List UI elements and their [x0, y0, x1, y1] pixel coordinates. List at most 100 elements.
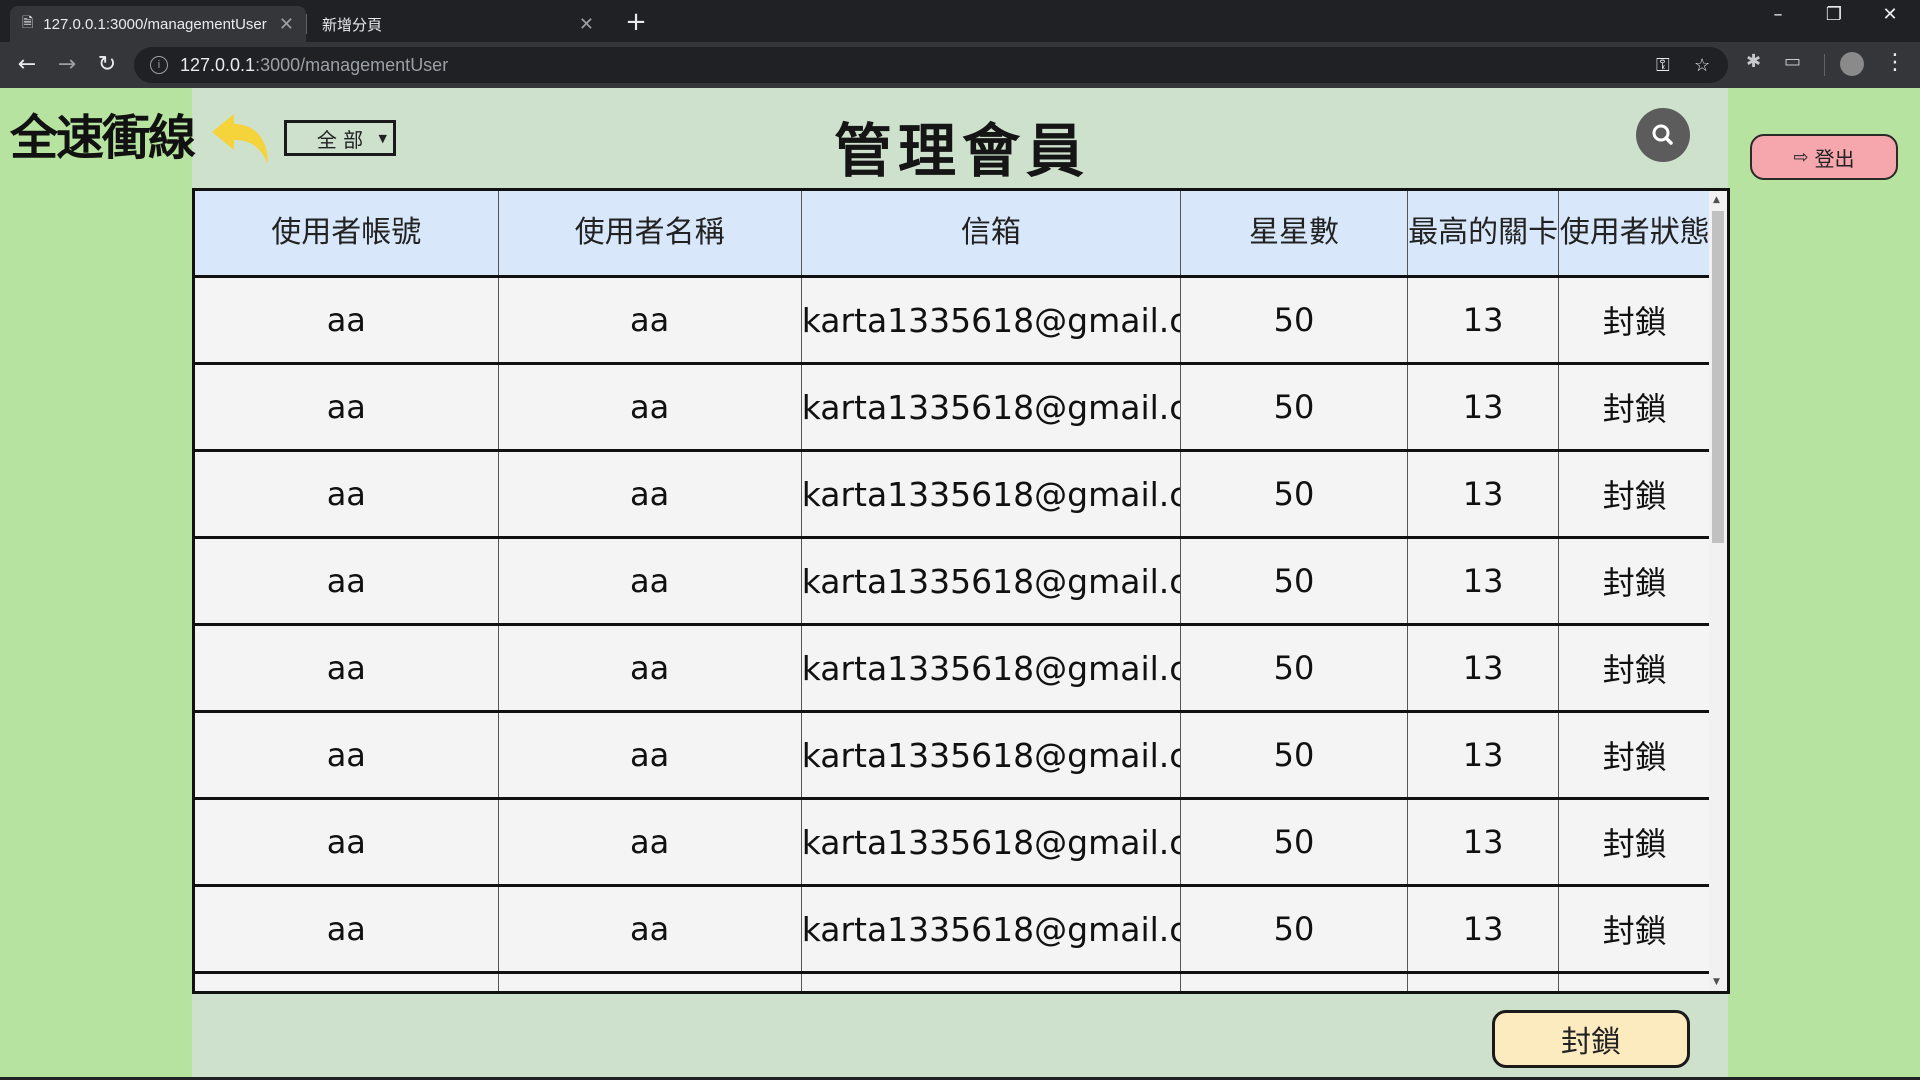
cell-empty — [1407, 972, 1560, 991]
block-button[interactable]: 封鎖 — [1492, 1010, 1690, 1068]
members-table-container: 使用者帳號 使用者名稱 信箱 星星數 最高的關卡 使用者狀態 aa aa kar… — [192, 188, 1730, 994]
cell-name: aa — [498, 363, 802, 452]
tab-title: 新增分頁 — [322, 16, 383, 34]
reload-icon[interactable]: ↻ — [92, 50, 122, 80]
scroll-down-arrow-icon[interactable]: ▼ — [1713, 977, 1720, 987]
cell-email: karta1335618@gmail.com — [801, 624, 1182, 713]
tab-divider — [306, 14, 307, 34]
cell-empty — [195, 972, 499, 991]
cell-email: karta1335618@gmail.com — [801, 798, 1182, 887]
tab-title: 127.0.0.1:3000/managementUser — [43, 15, 267, 33]
bookmark-star-icon[interactable]: ☆ — [1694, 55, 1710, 76]
table-row-partial[interactable] — [195, 972, 1711, 991]
cell-name: aa — [498, 450, 802, 539]
back-arrow-icon[interactable] — [208, 110, 274, 168]
logout-button[interactable]: ⇨ 登出 — [1750, 134, 1898, 180]
cell-level: 13 — [1407, 276, 1560, 365]
header-email[interactable]: 信箱 — [801, 191, 1182, 278]
scroll-up-arrow-icon[interactable]: ▲ — [1713, 195, 1720, 205]
table-row[interactable]: aa aa karta1335618@gmail.com 50 13 封鎖 — [195, 276, 1711, 365]
minimize-icon[interactable]: – — [1758, 4, 1798, 25]
new-tab-plus-icon[interactable]: + — [622, 9, 650, 37]
cell-name: aa — [498, 711, 802, 800]
cell-name: aa — [498, 885, 802, 974]
close-window-icon[interactable]: ✕ — [1870, 4, 1910, 25]
header-highest-level[interactable]: 最高的關卡 — [1407, 191, 1560, 278]
cell-stars: 50 — [1180, 885, 1408, 974]
header-stars[interactable]: 星星數 — [1180, 191, 1408, 278]
cell-stars: 50 — [1180, 624, 1408, 713]
cell-name: aa — [498, 798, 802, 887]
cell-stars: 50 — [1180, 711, 1408, 800]
cell-stars: 50 — [1180, 798, 1408, 887]
site-info-icon[interactable]: i — [150, 56, 168, 74]
browser-toolbar: ← → ↻ i 127.0.0.1:3000/managementUser ⚿ … — [0, 42, 1920, 88]
cell-email: karta1335618@gmail.com — [801, 450, 1182, 539]
tab-management-user[interactable]: 🗎 127.0.0.1:3000/managementUser ✕ — [10, 6, 306, 42]
close-tab-icon[interactable]: ✕ — [579, 14, 594, 35]
cell-email: karta1335618@gmail.com — [801, 363, 1182, 452]
forward-nav-icon[interactable]: → — [52, 50, 82, 80]
table-row[interactable]: aa aa karta1335618@gmail.com 50 13 封鎖 — [195, 885, 1711, 974]
table-header-row: 使用者帳號 使用者名稱 信箱 星星數 最高的關卡 使用者狀態 — [195, 191, 1711, 278]
logo: 全速衝線 — [10, 110, 196, 166]
extension-ticket-icon[interactable]: ▭ — [1784, 51, 1801, 72]
browser-tab-bar: 🗎 127.0.0.1:3000/managementUser ✕ 新增分頁 ✕… — [0, 0, 1920, 42]
table-scrollbar[interactable]: ▲ ▼ — [1709, 191, 1727, 991]
cell-email: karta1335618@gmail.com — [801, 537, 1182, 626]
page-icon: 🗎 — [22, 14, 34, 30]
search-button[interactable] — [1636, 108, 1690, 162]
cell-status: 封鎖 — [1558, 885, 1711, 974]
tab-new-tab[interactable]: 新增分頁 ✕ — [310, 6, 606, 42]
menu-dots-icon[interactable]: ⋮ — [1884, 50, 1906, 75]
cell-email: karta1335618@gmail.com — [801, 885, 1182, 974]
cell-account: aa — [195, 885, 499, 974]
members-table: 使用者帳號 使用者名稱 信箱 星星數 最高的關卡 使用者狀態 aa aa kar… — [195, 191, 1711, 991]
cell-name: aa — [498, 624, 802, 713]
page-title: 管理會員 — [833, 117, 1090, 185]
extension-puzzle-icon[interactable]: ✱ — [1746, 51, 1761, 72]
restore-icon[interactable]: ❐ — [1814, 4, 1854, 25]
cell-account: aa — [195, 624, 499, 713]
cell-level: 13 — [1407, 537, 1560, 626]
cell-status: 封鎖 — [1558, 711, 1711, 800]
cell-account: aa — [195, 450, 499, 539]
cell-stars: 50 — [1180, 537, 1408, 626]
cell-empty — [1558, 972, 1711, 991]
cell-status: 封鎖 — [1558, 624, 1711, 713]
cell-status: 封鎖 — [1558, 363, 1711, 452]
key-icon[interactable]: ⚿ — [1656, 55, 1670, 76]
table-row[interactable]: aa aa karta1335618@gmail.com 50 13 封鎖 — [195, 624, 1711, 713]
address-bar[interactable]: i 127.0.0.1:3000/managementUser ⚿ ☆ — [134, 47, 1728, 83]
cell-level: 13 — [1407, 885, 1560, 974]
cell-status: 封鎖 — [1558, 450, 1711, 539]
cell-status: 封鎖 — [1558, 276, 1711, 365]
table-row[interactable]: aa aa karta1335618@gmail.com 50 13 封鎖 — [195, 537, 1711, 626]
back-nav-icon[interactable]: ← — [12, 50, 42, 80]
table-row[interactable]: aa aa karta1335618@gmail.com 50 13 封鎖 — [195, 450, 1711, 539]
cell-level: 13 — [1407, 450, 1560, 539]
scrollbar-thumb[interactable] — [1712, 211, 1724, 543]
header-user-account[interactable]: 使用者帳號 — [195, 191, 499, 278]
cell-stars: 50 — [1180, 276, 1408, 365]
cell-status: 封鎖 — [1558, 798, 1711, 887]
cell-empty — [1180, 972, 1408, 991]
filter-select[interactable]: 全 部 ▼ — [284, 120, 396, 156]
header-user-status[interactable]: 使用者狀態 — [1558, 191, 1711, 278]
logout-label: 登出 — [1814, 146, 1855, 171]
profile-avatar[interactable] — [1840, 52, 1864, 76]
cell-level: 13 — [1407, 363, 1560, 452]
table-row[interactable]: aa aa karta1335618@gmail.com 50 13 封鎖 — [195, 711, 1711, 800]
header-user-name[interactable]: 使用者名稱 — [498, 191, 802, 278]
cell-empty — [498, 972, 802, 991]
cell-empty — [801, 972, 1182, 991]
cell-email: karta1335618@gmail.com — [801, 276, 1182, 365]
close-tab-icon[interactable]: ✕ — [279, 14, 294, 35]
cell-email: karta1335618@gmail.com — [801, 711, 1182, 800]
cell-name: aa — [498, 537, 802, 626]
cell-status: 封鎖 — [1558, 537, 1711, 626]
table-row[interactable]: aa aa karta1335618@gmail.com 50 13 封鎖 — [195, 798, 1711, 887]
cell-level: 13 — [1407, 798, 1560, 887]
toolbar-divider — [1824, 54, 1825, 76]
table-row[interactable]: aa aa karta1335618@gmail.com 50 13 封鎖 — [195, 363, 1711, 452]
